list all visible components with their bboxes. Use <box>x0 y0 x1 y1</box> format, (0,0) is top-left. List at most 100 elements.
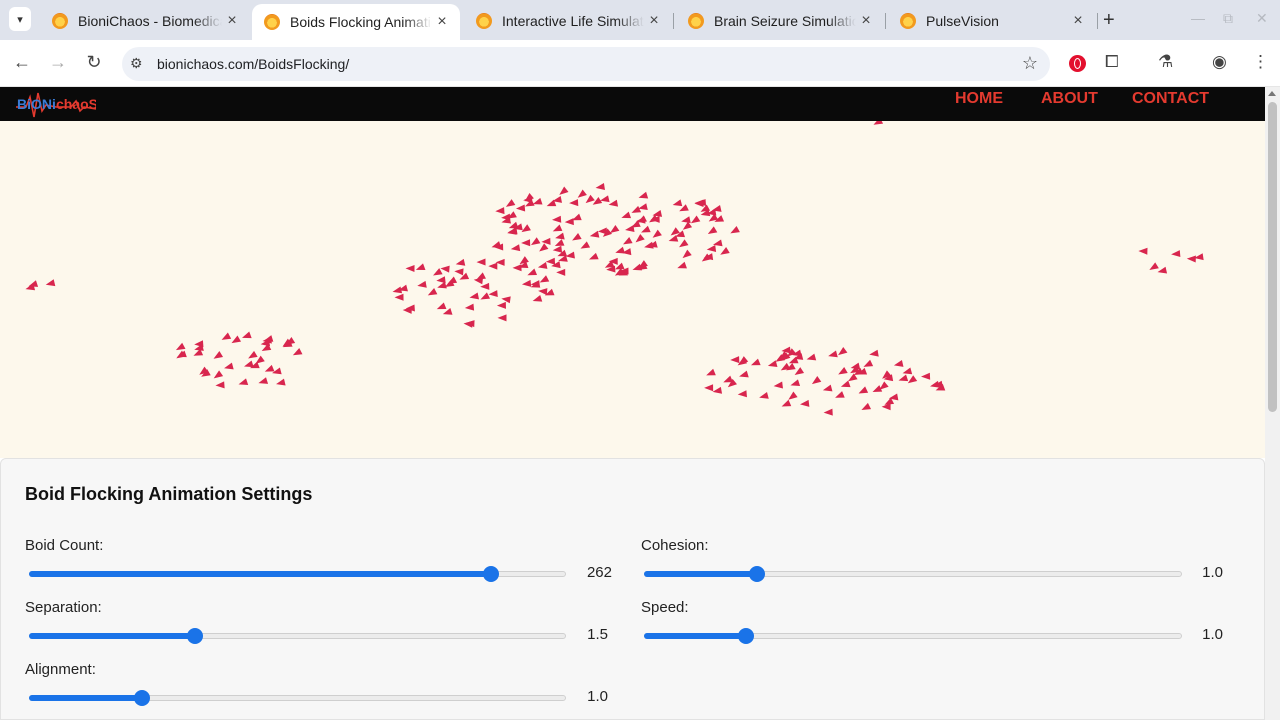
back-button[interactable]: ← <box>10 52 34 73</box>
labs-flask-icon[interactable]: ⚗ <box>1158 52 1173 72</box>
nav-about-link[interactable]: ABOUT <box>1041 90 1098 108</box>
settings-panel: Boid Flocking Animation Settings Boid Co… <box>0 458 1265 720</box>
opera-extension-icon[interactable] <box>1069 55 1086 72</box>
slider-thumb[interactable] <box>482 566 499 582</box>
tab-bionichaos[interactable]: BioniChaos - Biomedical × <box>40 4 250 38</box>
boid <box>781 399 792 407</box>
boid <box>838 366 848 375</box>
chevron-down-icon: ▾ <box>17 13 23 26</box>
boid <box>539 243 549 252</box>
boid <box>394 293 404 301</box>
boid <box>572 232 582 241</box>
boid <box>495 207 505 215</box>
menu-kebab-icon[interactable]: ⋮ <box>1252 52 1269 72</box>
tab-brain-seizure[interactable]: Brain Seizure Simulation × <box>676 4 884 38</box>
boid <box>823 408 833 416</box>
boid <box>213 351 224 359</box>
maximize-button[interactable]: ⧉ <box>1223 10 1233 27</box>
close-icon[interactable]: × <box>432 13 452 31</box>
boid <box>800 399 810 407</box>
boid-count-label: Boid Count: <box>25 537 104 554</box>
boid <box>1171 250 1181 258</box>
profile-icon[interactable]: ◉ <box>1212 52 1227 72</box>
arrow-right-icon: → <box>49 52 67 72</box>
boid <box>224 362 234 370</box>
speed-slider[interactable] <box>644 625 1182 645</box>
tab-pulsevision[interactable]: PulseVision × <box>888 4 1096 38</box>
slider-thumb[interactable] <box>738 628 755 644</box>
cohesion-slider[interactable] <box>644 563 1182 583</box>
close-window-button[interactable]: ✕ <box>1256 10 1268 27</box>
boid <box>649 214 659 223</box>
boid <box>541 237 551 245</box>
close-icon[interactable]: × <box>1068 12 1088 30</box>
boid <box>552 224 563 232</box>
boid <box>682 249 692 259</box>
slider-thumb[interactable] <box>748 566 765 582</box>
boid <box>405 265 415 273</box>
bionichaos-logo[interactable]: BiONi chaoS <box>16 87 96 121</box>
scrollbar-thumb[interactable] <box>1268 102 1277 412</box>
boid <box>580 241 591 249</box>
boid <box>507 227 517 235</box>
boid <box>672 199 683 207</box>
address-bar[interactable]: ⚙ bionichaos.com/BoidsFlocking/ ☆ <box>122 47 1050 81</box>
boid <box>505 199 516 207</box>
boid <box>902 367 913 375</box>
bookmark-star-icon[interactable]: ☆ <box>1022 53 1038 74</box>
bionichaos-favicon-icon <box>900 13 916 29</box>
boid <box>690 215 701 224</box>
scroll-up-arrow-icon[interactable] <box>1268 91 1276 96</box>
slider-thumb[interactable] <box>133 690 150 706</box>
boid <box>464 303 475 311</box>
boid <box>631 205 642 213</box>
boid <box>1138 247 1148 255</box>
close-icon[interactable]: × <box>644 12 664 30</box>
separation-label: Separation: <box>25 599 102 616</box>
tab-boids-flocking[interactable]: Boids Flocking Animation × <box>252 4 460 40</box>
boid <box>242 331 252 339</box>
tab-interactive-life[interactable]: Interactive Life Simulation × <box>464 4 672 38</box>
boid <box>45 279 56 287</box>
boid <box>512 264 522 272</box>
boid-count-slider[interactable] <box>29 563 566 583</box>
tab-search-button[interactable]: ▾ <box>9 7 31 31</box>
boid-count-value: 262 <box>586 564 612 581</box>
boid <box>608 199 619 207</box>
alignment-slider[interactable] <box>29 687 566 707</box>
nav-contact-link[interactable]: CONTACT <box>1132 90 1209 108</box>
plus-icon: + <box>1103 9 1115 31</box>
boid <box>621 211 632 219</box>
boid <box>488 290 498 298</box>
separation-slider[interactable] <box>29 625 566 645</box>
close-icon[interactable]: × <box>222 12 242 30</box>
tab-title: PulseVision <box>926 13 999 29</box>
url-text[interactable]: bionichaos.com/BoidsFlocking/ <box>157 56 349 72</box>
boid <box>750 358 761 366</box>
boid <box>497 314 507 322</box>
boid <box>790 379 801 387</box>
arrow-left-icon: ← <box>13 52 31 72</box>
boid <box>440 265 450 273</box>
alignment-label: Alignment: <box>25 661 96 678</box>
minimize-button[interactable]: — <box>1191 10 1205 26</box>
boid <box>433 268 443 276</box>
site-info-icon[interactable]: ⚙ <box>130 55 143 72</box>
nav-home-link[interactable]: HOME <box>955 90 1003 108</box>
slider-thumb[interactable] <box>187 628 204 644</box>
forward-button[interactable]: → <box>46 52 70 73</box>
boid <box>625 225 635 232</box>
close-icon[interactable]: × <box>856 12 876 30</box>
new-tab-button[interactable]: + <box>1103 9 1115 32</box>
extensions-icon[interactable]: ⧠ <box>1105 52 1119 72</box>
bionichaos-favicon-icon <box>476 13 492 29</box>
boid <box>780 362 791 371</box>
boid <box>863 359 874 367</box>
boid <box>455 258 466 266</box>
reload-button[interactable]: ↻ <box>82 52 106 73</box>
boid <box>806 353 817 361</box>
boid <box>515 204 526 212</box>
page-scrollbar[interactable] <box>1265 87 1280 720</box>
boids-canvas[interactable] <box>0 121 1265 458</box>
boid <box>706 368 716 376</box>
